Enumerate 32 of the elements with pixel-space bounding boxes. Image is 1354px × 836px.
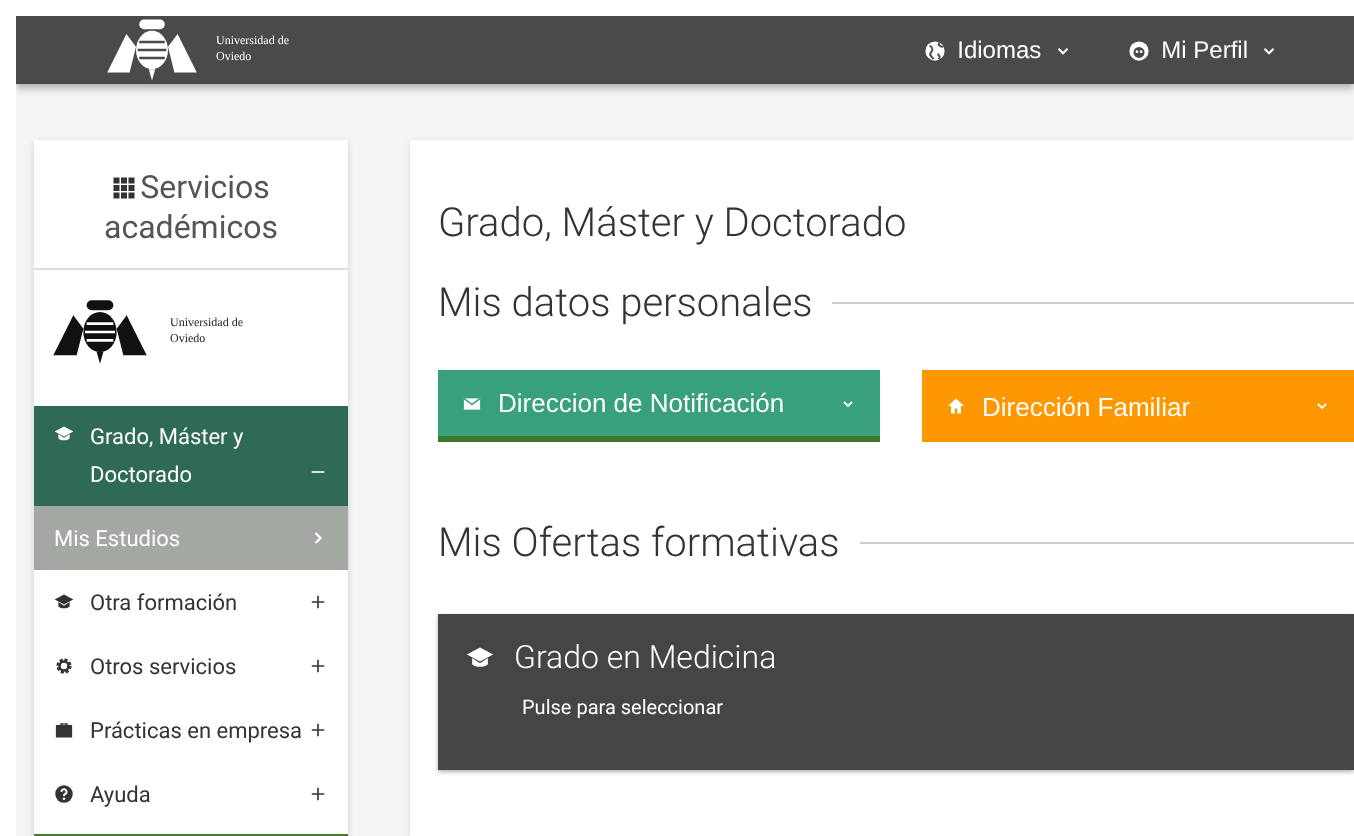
plus-icon: [308, 656, 328, 676]
plus-icon: [308, 592, 328, 612]
plus-icon: [308, 784, 328, 804]
envelope-icon: [462, 393, 482, 413]
sidebar-title: Servicios académicos: [102, 168, 280, 248]
plus-icon: [308, 720, 328, 740]
sidebar-item[interactable]: Grado, Máster y Doctorado: [34, 406, 348, 506]
program-card[interactable]: Grado en Medicina Pulse para seleccionar: [438, 614, 1354, 770]
sidebar-item[interactable]: Otros servicios: [34, 634, 348, 698]
sidebar-item[interactable]: Ayuda: [34, 762, 348, 826]
crest-drawing: [50, 298, 150, 366]
user-icon: [1127, 39, 1150, 61]
program-title: Grado en Medicina: [514, 638, 777, 676]
graduation-cap-icon: [54, 592, 74, 612]
house-icon: [946, 396, 966, 416]
section-title: Mis datos personales: [438, 278, 813, 326]
section-title: Mis Ofertas formativas: [438, 518, 840, 566]
help-icon: [54, 784, 74, 804]
globe-icon: [923, 39, 946, 61]
chevron-down-icon: [1314, 398, 1330, 414]
language-menu[interactable]: Idiomas: [923, 36, 1072, 64]
graduation-cap-icon: [466, 643, 494, 671]
sidebar-item[interactable]: Prácticas en empresa: [34, 698, 348, 762]
grid-icon: [112, 176, 137, 200]
profile-menu[interactable]: Mi Perfil: [1127, 36, 1278, 64]
chevron-down-icon: [840, 395, 856, 411]
briefcase-icon: [54, 720, 74, 740]
hint-text: Pulse para seleccionar: [522, 698, 726, 720]
graduation-cap-icon: [54, 424, 74, 444]
page-title: Grado, Máster y Doctorado: [438, 198, 909, 246]
sidebar-item[interactable]: Otra formación: [34, 570, 348, 634]
gear-icon: [54, 656, 74, 676]
